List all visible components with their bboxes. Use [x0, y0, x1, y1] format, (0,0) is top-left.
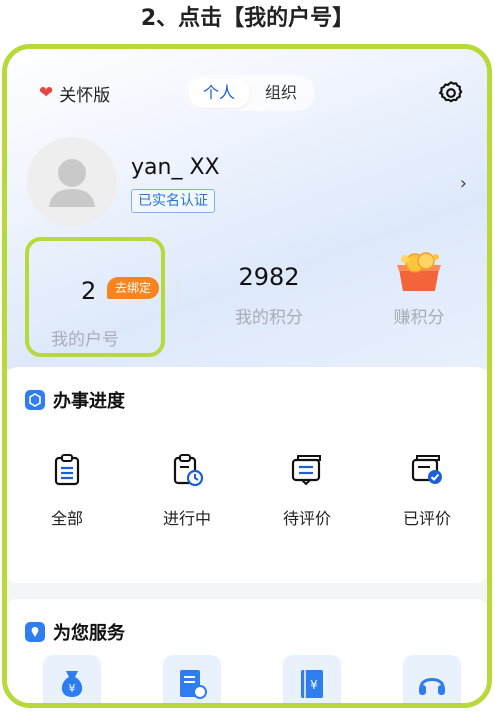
service-money-button[interactable]: ¥: [43, 655, 101, 703]
service-support-button[interactable]: [403, 655, 461, 703]
heart-icon: ❤: [39, 83, 54, 103]
progress-title-row: 办事进度: [25, 387, 125, 413]
chat-check-icon: [411, 455, 442, 484]
stats-row: 2 去绑定 我的户号 2982 我的积分 赚积分: [7, 237, 487, 357]
clipboard-clock-icon: [173, 454, 204, 487]
bill-clock-icon: [180, 670, 207, 699]
top-bar: ❤ 关怀版 个人 组织: [7, 49, 487, 137]
yuan-book-icon: ¥: [301, 670, 323, 698]
progress-item-reviewed[interactable]: 已评价: [367, 453, 487, 543]
bind-account-badge[interactable]: 去绑定: [107, 277, 160, 299]
services-section-icon: [25, 622, 45, 642]
services-title-row: 为您服务: [25, 619, 125, 645]
svg-text:¥: ¥: [69, 682, 76, 695]
progress-item-label: 已评价: [402, 509, 451, 528]
care-mode-button[interactable]: ❤ 关怀版: [39, 81, 111, 106]
account-type-switch: 个人 组织: [185, 75, 315, 111]
care-mode-label: 关怀版: [59, 85, 111, 106]
service-ledger-button[interactable]: ¥: [283, 655, 341, 703]
progress-item-pending-review[interactable]: 待评价: [247, 453, 367, 543]
progress-section-icon: [25, 390, 45, 410]
earn-points-button[interactable]: 赚积分: [371, 237, 467, 357]
user-profile-row[interactable]: yan_ XX 已实名认证 ›: [7, 137, 487, 227]
services-title: 为您服务: [53, 623, 125, 644]
earn-points-label: 赚积分: [393, 308, 445, 328]
svg-text:¥: ¥: [310, 678, 318, 692]
tab-organization[interactable]: 组织: [250, 78, 312, 108]
account-label: 我的户号: [51, 330, 119, 350]
my-account-numbers-button[interactable]: 2 去绑定 我的户号: [25, 237, 165, 357]
username: yan_ XX: [131, 155, 220, 180]
divider: [177, 281, 178, 303]
services-card: 为您服务 ¥ ¥: [7, 599, 487, 703]
progress-title: 办事进度: [53, 391, 125, 412]
headset-icon: [419, 678, 445, 695]
tab-personal[interactable]: 个人: [188, 78, 250, 108]
chat-document-icon: [291, 455, 321, 486]
points-value: 2982: [238, 263, 300, 291]
progress-grid: 全部 进行中 待评价 已评价: [7, 453, 487, 543]
coin-box-icon: [397, 252, 441, 291]
progress-item-all[interactable]: 全部: [7, 453, 127, 543]
progress-card: 办事进度 全部 进行中 待评价 已评价: [7, 367, 487, 583]
verified-badge: 已实名认证: [131, 189, 215, 213]
progress-item-label: 全部: [50, 509, 83, 528]
avatar[interactable]: [27, 137, 117, 227]
progress-item-label: 待评价: [282, 509, 331, 528]
gear-icon[interactable]: [437, 79, 465, 107]
clipboard-list-icon: [54, 454, 80, 486]
points-label: 我的积分: [235, 308, 303, 328]
my-points-button[interactable]: 2982 我的积分: [207, 237, 331, 357]
chevron-right-icon[interactable]: ›: [460, 173, 467, 194]
service-bill-button[interactable]: [163, 655, 221, 703]
instruction-caption: 2、点击【我的户号】: [140, 6, 355, 31]
progress-item-in-progress[interactable]: 进行中: [127, 453, 247, 543]
default-avatar-icon: [49, 159, 95, 207]
money-bag-icon: ¥: [61, 671, 83, 697]
phone-frame: ❤ 关怀版 个人 组织 yan_ XX 已实名认证 › 2 去绑定 我的户号 2…: [2, 44, 492, 708]
account-count: 2: [81, 277, 97, 305]
progress-item-label: 进行中: [162, 509, 211, 528]
